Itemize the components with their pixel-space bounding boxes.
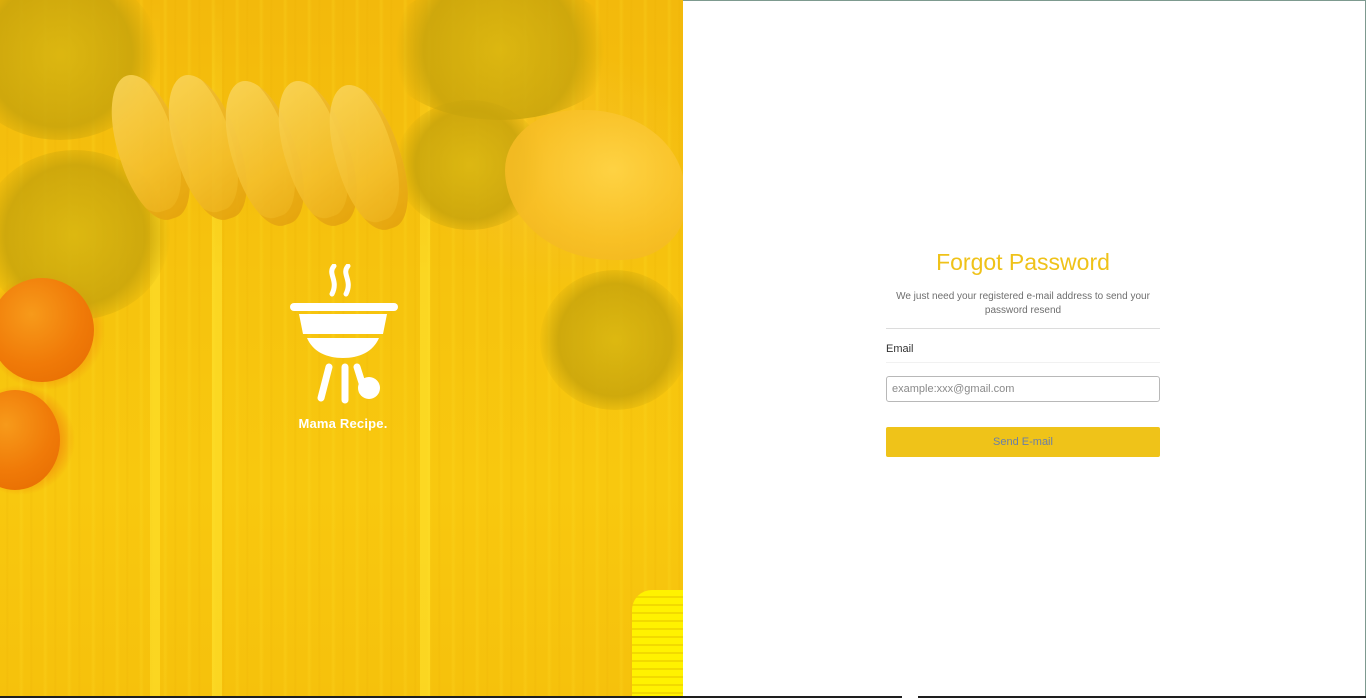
email-label: Email — [886, 343, 1160, 363]
forgot-password-page: Mama Recipe. Forgot Password We just nee… — [0, 0, 1366, 698]
page-subtitle: We just need your registered e-mail addr… — [896, 291, 1150, 316]
form-panel: Forgot Password We just need your regist… — [683, 0, 1366, 696]
brand-logo: Mama Recipe. — [283, 264, 403, 431]
brand-name: Mama Recipe. — [298, 416, 388, 431]
hero-panel: Mama Recipe. — [0, 0, 683, 696]
herb-decoration — [540, 270, 683, 410]
email-input[interactable] — [886, 376, 1160, 402]
barbecue-grill-icon — [290, 264, 398, 404]
forgot-password-form: Forgot Password We just need your regist… — [886, 247, 1160, 457]
page-title: Forgot Password — [936, 249, 1110, 275]
send-email-button[interactable]: Send E-mail — [886, 427, 1160, 457]
divider — [886, 328, 1160, 329]
corn-decoration — [632, 590, 683, 696]
